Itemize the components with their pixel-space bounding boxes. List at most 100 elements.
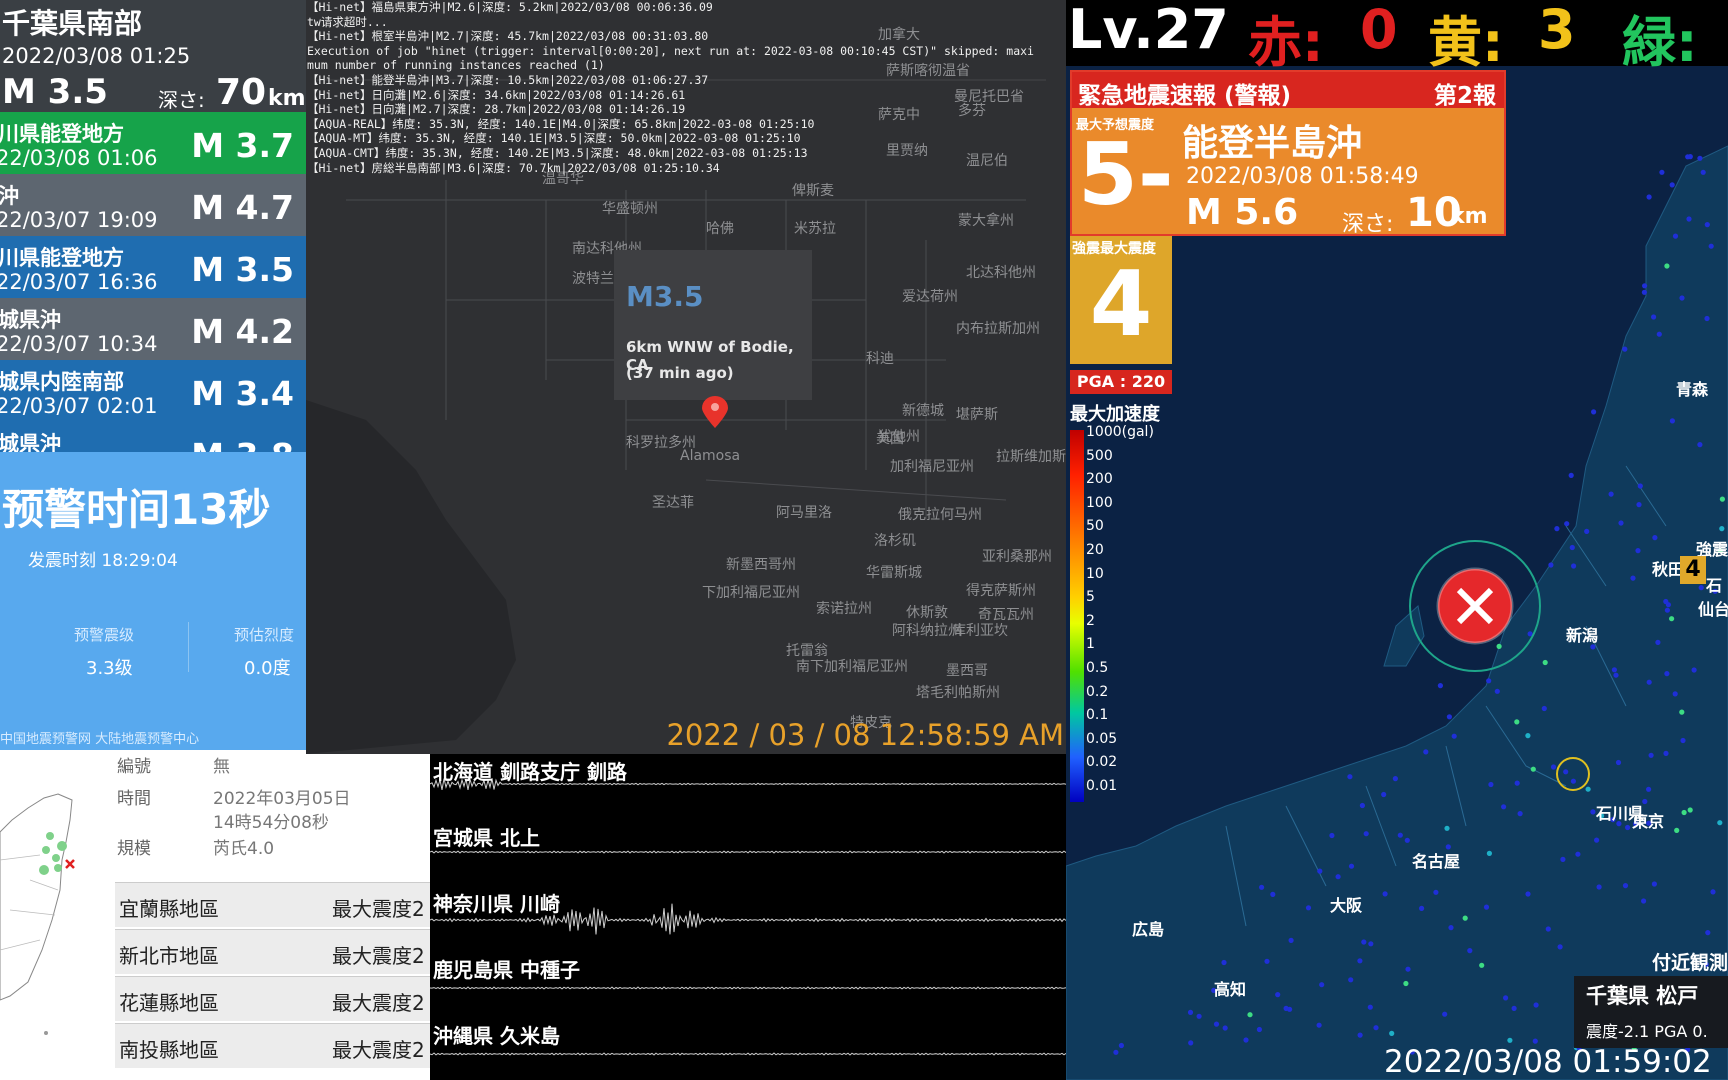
region-row[interactable]: 新北市地區 最大震度2: [115, 929, 430, 974]
station-dot: [1710, 889, 1716, 895]
station-dot: [1550, 764, 1557, 770]
station-dot: [1188, 1040, 1194, 1046]
quake-region: 城県沖: [0, 432, 61, 452]
quake-list-item[interactable]: 城県沖 M 3.8: [0, 422, 306, 452]
station-dot: [1636, 502, 1642, 508]
tooltip-mag: M3.5: [626, 280, 704, 313]
nearby-observation-label: 付近観測: [1651, 952, 1728, 974]
latest-quake-header[interactable]: 千葉県南部 2022/03/08 01:25 M 3.5 深さ: 70 km: [0, 0, 306, 113]
quake-time: 22/03/07 16:36: [0, 270, 158, 294]
station-dot: [1700, 169, 1706, 175]
mag-label: 预警震级: [74, 626, 135, 644]
station-name: 千葉県 松戸: [1586, 984, 1699, 1008]
map-city-label: 华雷斯城: [866, 565, 922, 581]
station-dot: [1705, 930, 1711, 936]
region-row[interactable]: 宜蘭縣地區 最大震度2: [115, 882, 430, 927]
tooltip-ago: (37 min ago): [626, 364, 734, 382]
station-info-box: 千葉県 松戸 震度-2.1 PGA 0.: [1574, 976, 1728, 1048]
scale-tick-label: 500: [1086, 447, 1113, 464]
station-dot: [1664, 671, 1670, 677]
waveform-trace: [430, 1052, 1066, 1056]
quake-tooltip[interactable]: M3.5 6km WNW of Bodie, CA (37 min ago): [614, 250, 812, 400]
map-city-label: 南下加利福尼亚州: [796, 659, 908, 675]
red-label: 赤:: [1248, 11, 1324, 74]
japan-city-label: 仙台: [1698, 600, 1728, 619]
quake-list-item[interactable]: 沖 22/03/07 19:09 M 4.7: [0, 174, 306, 236]
quake-region: 川県能登地方: [0, 246, 124, 270]
intensity-label: 预估烈度: [234, 626, 295, 644]
station-dot: [1708, 243, 1714, 249]
map-city-label: 科迪: [866, 351, 894, 367]
region-name: 花蓮縣地區: [119, 991, 219, 1015]
station-dot: [1221, 959, 1227, 966]
station-dot: [1288, 937, 1294, 944]
station-dot: [1363, 831, 1369, 837]
station-dot: [1646, 194, 1652, 200]
scale-tick-label: 20: [1086, 542, 1104, 558]
station-dot: [1697, 155, 1703, 161]
no-label: 編號: [117, 757, 151, 777]
japan-city-label: 広島: [1132, 920, 1165, 939]
taiwan-island-outline: [0, 793, 73, 1001]
map-timestamp: 2022 / 03 / 08 12:58:59 AM: [666, 718, 1064, 752]
station-dot: [1717, 820, 1723, 826]
quake-time: 22/03/07 19:09: [0, 208, 158, 232]
region-value: 最大震度2: [332, 1038, 425, 1062]
station-dot: [1569, 544, 1575, 551]
map-city-label: 塔毛利帕斯州: [916, 685, 1000, 701]
alert-header: 緊急地震速報 (警報) 第2報: [1072, 72, 1504, 109]
status-bar: Lv.27 赤: 0 黄: 3 緑:: [1066, 0, 1728, 74]
quake-list-item[interactable]: 城県沖 22/03/07 10:34 M 4.2: [0, 298, 306, 360]
station-dot: [1347, 774, 1353, 780]
alert-depth-unit: km: [1450, 204, 1488, 229]
station-dot: [1608, 491, 1614, 497]
station-dot: [1404, 837, 1410, 843]
station-dot: [1451, 733, 1457, 739]
station-dot: [1319, 982, 1325, 988]
quake-time: 22/03/07 10:34: [0, 332, 158, 356]
station-dot: [1530, 766, 1536, 772]
station-dot: [1622, 883, 1629, 889]
quake-list-item[interactable]: 城県内陸南部 22/03/07 02:01 M 3.4: [0, 360, 306, 422]
latest-quake-depth: 70: [216, 72, 267, 113]
station-values: 震度-2.1 PGA 0.: [1586, 1022, 1708, 1041]
scale-tick-label: 0.02: [1086, 754, 1118, 771]
station-dot: [1704, 222, 1710, 228]
map-city-label: 圣达菲: [652, 495, 694, 511]
station-dot: [1625, 824, 1631, 831]
location-pin-icon[interactable]: [700, 396, 730, 430]
station-dot: [1596, 884, 1602, 890]
station-dot: [1514, 719, 1520, 725]
waveform-trace: [430, 850, 1066, 854]
map-city-label: 休斯敦: [906, 605, 948, 621]
station-dot: [1698, 585, 1704, 591]
eew-alert-box[interactable]: 緊急地震速報 (警報) 第2報 最大予想震度 5- 能登半島沖 2022/03/…: [1070, 70, 1506, 237]
quake-time: 22/03/08 01:06: [0, 146, 158, 170]
quake-region: 城県内陸南部: [0, 370, 124, 394]
station-dot: [1403, 980, 1409, 987]
station-dot: [1554, 526, 1560, 532]
map-city-label: 拉斯维加斯: [996, 449, 1066, 465]
station-dot: [1514, 780, 1520, 786]
station-dot: [1656, 331, 1662, 337]
quake-magnitude: M 3.5: [191, 250, 294, 289]
map-city-label: 北达科他州: [966, 265, 1036, 281]
station-dot: [1646, 679, 1652, 685]
quake-list-item[interactable]: 川県能登地方 22/03/08 01:06 M 3.7: [0, 112, 306, 174]
station-dot: [1679, 709, 1685, 715]
world-map-panel[interactable]: 加拿大 萨斯喀彻温省 曼尼托巴省 萨克中 里贾纳 多芬 温尼伯 温哥华 华盛顿州 俾斯麦 哈佛 米苏拉…: [306, 0, 1066, 754]
station-dot: [1494, 688, 1500, 694]
map-city-label: 得克萨斯州: [966, 583, 1036, 599]
station-dot: [1611, 667, 1617, 673]
station-dot: [1704, 315, 1710, 322]
station-dot: [1648, 752, 1654, 758]
region-row[interactable]: 花蓮縣地區 最大震度2: [115, 976, 430, 1021]
station-dot: [1672, 691, 1678, 697]
quake-list-item[interactable]: 川県能登地方 22/03/07 16:36 M 3.5: [0, 236, 306, 298]
region-row[interactable]: 南投縣地區 最大震度2: [115, 1023, 430, 1068]
map-city-label: 米苏拉: [794, 221, 836, 237]
station-dot: [1687, 807, 1693, 813]
station-dot: [1719, 496, 1725, 502]
station-dot: [1651, 881, 1657, 887]
region-value: 最大震度2: [332, 991, 425, 1015]
